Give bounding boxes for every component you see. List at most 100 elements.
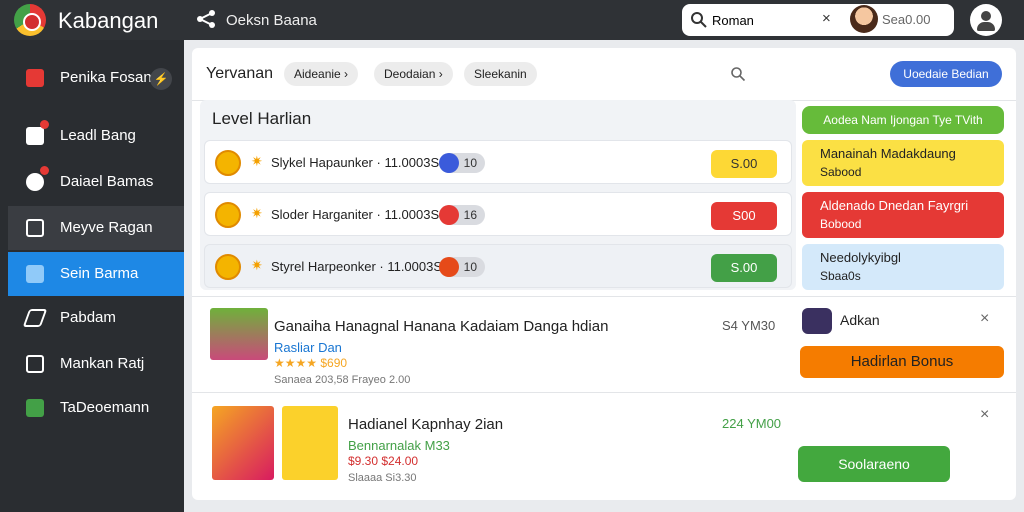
breadcrumb-item[interactable]: Sleekanin [464,62,537,86]
product-meta: Sanaea 203,58 Frayeo 2.00 [274,374,411,386]
sidebar-item-leadl[interactable]: Leadl Bang [8,114,184,158]
top-bar: Kabangan Oeksn Baana × Sea0.00 [0,0,1024,40]
sidebar-item-label: Penika Fosan [60,69,152,86]
level-text: Styrel Harpeonker · 11.0003S [271,259,443,274]
product-name: Hadianel Kapnhay 2ian [348,416,504,433]
app-title: Kabangan [58,8,159,33]
sidebar-item-penika[interactable]: Penika Fosan ⚡ [8,56,184,100]
level-title: Level Harlian [212,109,312,128]
breadcrumb-item[interactable]: Aideanie › [284,62,359,86]
breadcrumb-item[interactable]: Deodaian › [374,62,453,86]
rocket-icon [22,309,48,327]
promo-banner[interactable]: Aodea Nam Ijongan Tye TVith [802,106,1004,134]
sidebar-item-tadeoemann[interactable]: TaDeoemann [8,386,184,430]
level-row[interactable]: ✷ Slykel Hapaunker · 11.0003S 10 S.00 [204,140,792,184]
divider [192,296,1016,297]
tag-icon [26,265,44,283]
level-toggle[interactable]: 16 [439,205,485,225]
sidebar-item-label: Meyve Ragan [60,219,153,236]
sidebar: Penika Fosan ⚡ Leadl Bang Daiael Bamas M… [0,40,184,512]
sidebar-item-label: Sein Barma [60,265,139,282]
product-image [210,308,268,360]
smiley-icon [215,202,241,228]
info-card[interactable]: Needolykyibgl Sbaa0s [802,244,1004,290]
star-icon: ✷ [251,205,263,221]
price-badge[interactable]: S.00 [711,254,777,282]
level-row[interactable]: ✷ Sloder Harganiter · 11.0003S 16 S00 [204,192,792,236]
chat-icon [26,399,44,417]
search-icon[interactable] [730,66,746,82]
close-icon[interactable]: × [980,406,989,424]
smiley-icon [215,150,241,176]
level-row[interactable]: ✷ Styrel Harpeonker · 11.0003S 10 S.00 [204,244,792,288]
product-price: 224 YM00 [722,416,782,431]
card-title: Aldenado Dnedan Fayrgri [820,198,969,213]
level-text: Sloder Harganiter · 11.0003S [271,207,440,222]
clear-search-icon[interactable]: × [822,10,831,27]
share-icon[interactable] [196,9,216,29]
sidebar-item-daiael[interactable]: Daiael Bamas [8,160,184,204]
product-image [282,406,338,480]
folder-icon [26,219,44,237]
lightning-icon[interactable]: ⚡ [150,68,172,90]
price-badge[interactable]: S00 [711,202,777,230]
sidebar-item-label: Mankan Ratj [60,355,145,372]
smiley-icon [215,254,241,280]
document-icon [26,127,44,145]
card-subtitle: Sabood [820,165,862,179]
product-sub: Bennarnalak M33 [348,438,450,453]
card-title: Needolykyibgl [820,250,901,265]
search-icon [691,12,707,28]
notification-dot [40,120,49,129]
product-item[interactable]: Hadianel Kapnhay 2ian Bennarnalak M33 $9… [200,404,796,494]
star-icon: ✷ [251,153,263,169]
user-balance: Sea0.00 [882,12,931,27]
primary-action-button[interactable]: Uoedaie Bedian [890,61,1002,87]
share-label[interactable]: Oeksn Baana [226,12,317,29]
info-card[interactable]: Manainah Madakdaung Sabood [802,140,1004,186]
product-name: Ganaiha Hanagnal Hanana Kadaiam Danga hd… [274,318,609,335]
chart-arrow-icon [26,69,44,87]
card-subtitle: Bobood [820,217,862,231]
camera-icon [26,173,44,191]
level-text: Slykel Hapaunker · 11.0003S [271,155,440,170]
level-toggle[interactable]: 10 [439,257,485,277]
sidebar-item-pabdam[interactable]: Pabdam [8,296,184,340]
level-toggle[interactable]: 10 [439,153,485,173]
card-subtitle: Sbaa0s [820,269,861,283]
ad-icon [802,308,832,334]
product-sub: Rasliar Dan [274,340,342,355]
notification-dot [40,166,49,175]
profile-avatar-icon[interactable] [970,4,1002,36]
close-icon[interactable]: × [980,310,989,328]
search-input[interactable] [712,10,812,30]
sidebar-item-label: TaDeoemann [60,399,150,416]
level-panel: Level Harlian ✷ Slykel Hapaunker · 11.00… [200,100,796,290]
product-item[interactable]: Ganaiha Hanagnal Hanana Kadaiam Danga hd… [200,306,796,396]
app-logo-icon [14,4,46,36]
bonus-button[interactable]: Hadirlan Bonus [800,346,1004,378]
page-title: Yervanan [206,65,274,82]
product-price: S4 YM30 [722,318,776,333]
sidebar-item-label: Leadl Bang [60,127,136,144]
sidebar-item-label: Pabdam [60,309,116,326]
divider [192,392,1016,393]
star-icon: ✷ [251,257,263,273]
sidebar-item-meyve[interactable]: Meyve Ragan [8,206,184,250]
sidebar-item-mankan[interactable]: Mankan Ratj [8,342,184,386]
user-avatar[interactable] [850,5,878,33]
sidebar-item-sein[interactable]: Sein Barma [8,252,184,296]
product-rating: ★★★★ $690 [274,356,348,370]
ad-label: Adkan [840,312,880,328]
search-box[interactable]: × Sea0.00 [682,4,954,36]
card-title: Manainah Madakdaung [820,146,956,161]
product-meta: Slaaaa Si3.30 [348,472,417,484]
calendar-icon [26,355,44,373]
sidebar-item-label: Daiael Bamas [60,173,154,190]
info-card[interactable]: Aldenado Dnedan Fayrgri Bobood [802,192,1004,238]
main-panel: Yervanan Aideanie › Deodaian › Sleekanin… [192,48,1016,500]
confirm-button[interactable]: Soolaraeno [798,446,950,482]
price-badge[interactable]: S.00 [711,150,777,178]
product-image [212,406,274,480]
product-rating: $9.30 $24.00 [348,454,419,468]
